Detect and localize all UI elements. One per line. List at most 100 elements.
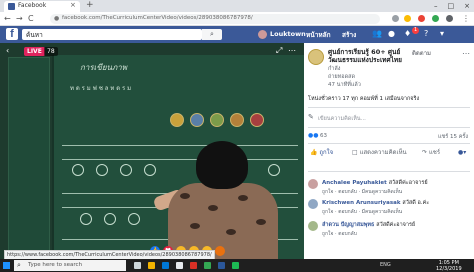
comment-meta[interactable]: ถูกใจ · ตอบกลับ — [322, 230, 357, 238]
taskbar-search-input[interactable]: ⌕ Type here to search — [14, 260, 126, 271]
more-options-icon[interactable]: ⋯ — [462, 49, 470, 58]
live-video[interactable]: การเขียนภาพ ท ด ร ม ฟ ซ ล ท ด ร ม ‹ LIVE… — [0, 43, 304, 259]
chalk-circle — [104, 213, 116, 225]
page-avatar[interactable] — [308, 49, 324, 65]
language-indicator[interactable]: ENG — [380, 262, 391, 268]
comment-text: สวัสดีค่ะอาจารย์ — [388, 180, 428, 186]
more-options-icon[interactable]: ⋯ — [288, 46, 296, 56]
teacher-hair — [196, 141, 248, 189]
messenger-icon[interactable]: ● — [388, 29, 395, 39]
forward-button[interactable]: → — [16, 14, 23, 24]
account-menu-icon[interactable]: ▾ — [440, 29, 444, 39]
search-value: ค้นหา — [26, 31, 43, 39]
facebook-search-input[interactable]: ค้นหา — [22, 29, 202, 40]
browser-tab-strip: Facebook × + – □ × — [0, 0, 474, 12]
post-actions: 👍 ถูกใจ □ แสดงความคิดเห็น ↷ แชร์ ●▾ — [308, 145, 472, 171]
tab-title: Facebook — [18, 2, 47, 9]
comment-author[interactable]: ลำดวน ปัญญาสมพุทธ สวัสดีค่ะอาจารย์ — [322, 221, 415, 229]
address-bar-row: ← → C ● facebook.com/TheCurriculumCenter… — [0, 12, 474, 26]
help-icon[interactable]: ? — [424, 29, 428, 39]
chrome-icon[interactable] — [204, 262, 211, 269]
comment-text: สวัสดี อ.ค่ะ — [402, 200, 430, 206]
profile-icon[interactable] — [446, 15, 453, 22]
notifications-icon[interactable]: ♦ — [404, 29, 411, 39]
extension-icon[interactable] — [432, 15, 439, 22]
angry-reaction-icon[interactable] — [215, 246, 225, 256]
following-button[interactable]: ติดตาม — [412, 48, 431, 58]
chalk-circle — [120, 164, 132, 176]
extension-icon[interactable] — [418, 15, 425, 22]
divider — [308, 127, 470, 128]
avatar[interactable] — [308, 221, 318, 231]
menu-icon[interactable]: ⋮ — [462, 14, 470, 24]
window-controls: – □ × — [434, 0, 470, 12]
emblem-icon — [250, 113, 264, 127]
windows-start-icon[interactable] — [3, 262, 10, 269]
avatar[interactable] — [258, 30, 267, 39]
comment-author-name: Anchalee Payuhakiet — [322, 180, 387, 186]
store-icon[interactable] — [176, 262, 183, 269]
chalk-circle — [268, 164, 280, 176]
following-label: กำลัง — [328, 66, 341, 72]
edge-icon[interactable] — [162, 262, 169, 269]
minimize-button[interactable]: – — [434, 0, 438, 12]
like-button[interactable]: 👍 ถูกใจ — [310, 149, 333, 157]
close-window-button[interactable]: × — [464, 0, 470, 12]
reload-button[interactable]: C — [28, 14, 34, 24]
chalk-circle — [144, 164, 156, 176]
file-explorer-icon[interactable] — [148, 262, 155, 269]
pattern-dot — [208, 205, 218, 211]
page-name-link[interactable]: ศูนย์การเรียนรู้ 60+ ศูนย์วัฒนธรรมแห่งปร… — [328, 48, 408, 64]
comment-author[interactable]: Krischwen Arunsuriyasak สวัสดี อ.ค่ะ — [322, 199, 429, 207]
app-icon[interactable] — [190, 262, 197, 269]
home-link[interactable]: หน้าหลัก — [306, 30, 331, 40]
video-info-panel: ศูนย์การเรียนรู้ 60+ ศูนย์วัฒนธรรมแห่งปร… — [304, 43, 474, 259]
back-button[interactable]: ← — [4, 14, 11, 24]
comment-button[interactable]: □ แสดงความคิดเห็น — [352, 149, 407, 157]
create-link[interactable]: สร้าง — [342, 30, 356, 40]
browser-tab[interactable]: Facebook × — [4, 1, 80, 12]
word-icon[interactable] — [218, 262, 225, 269]
task-view-icon[interactable] — [134, 262, 141, 269]
share-button[interactable]: ↷ แชร์ — [422, 149, 440, 157]
chalk-circle — [128, 213, 140, 225]
search-button[interactable]: ⌕ — [202, 29, 222, 40]
pattern-dot — [180, 193, 190, 199]
expand-icon[interactable]: ⤢ — [276, 46, 282, 56]
new-tab-button[interactable]: + — [86, 0, 94, 11]
profile-name-link[interactable]: Louktown — [270, 30, 306, 38]
divider — [308, 107, 470, 108]
post-time[interactable]: 47 นาทีที่แล้ว — [328, 81, 361, 89]
avatar[interactable] — [308, 179, 318, 189]
url-input[interactable]: ● facebook.com/TheCurriculumCenterVideo/… — [50, 14, 380, 24]
side-chalkboard — [8, 57, 50, 257]
emblem-icon — [230, 113, 244, 127]
friends-icon[interactable]: 👥 — [372, 29, 382, 39]
comment-meta[interactable]: ถูกใจ · ตอบกลับ · มีคนดูความคิดเห็น — [322, 208, 402, 216]
comment-meta[interactable]: ถูกใจ · ตอบกลับ · มีคนดูความคิดเห็น — [322, 188, 402, 196]
tab-close-button[interactable]: × — [70, 1, 76, 9]
app-icon[interactable] — [232, 262, 239, 269]
audience-icon[interactable]: ●▾ — [458, 149, 466, 157]
live-badge: LIVE — [24, 47, 45, 56]
back-arrow-icon[interactable]: ‹ — [6, 46, 9, 56]
comment-label: แสดงความคิดเห็น — [359, 149, 407, 156]
caption-icon: ✎ — [308, 113, 314, 121]
avatar[interactable] — [308, 199, 318, 209]
chalk-line — [62, 145, 298, 146]
windows-taskbar: ⌕ Type here to search ENG 1:05 PM 12/3/2… — [0, 259, 474, 272]
pattern-dot — [238, 195, 248, 201]
comment-list: Anchalee Payuhakiet สวัสดีค่ะอาจารย์ ถูก… — [308, 177, 468, 245]
emblem-icon — [170, 113, 184, 127]
system-clock[interactable]: 1:05 PM 12/3/2019 — [436, 260, 462, 272]
facebook-logo[interactable]: f — [6, 28, 18, 40]
comment-author[interactable]: Anchalee Payuhakiet สวัสดีค่ะอาจารย์ — [322, 179, 428, 187]
write-caption-input[interactable]: เขียนความคิดเห็น... — [318, 115, 366, 123]
reaction-count[interactable]: 63 — [320, 133, 327, 139]
bookmark-star-icon[interactable] — [404, 15, 411, 22]
zoom-icon[interactable] — [392, 15, 399, 22]
emblem-icon — [190, 113, 204, 127]
maximize-button[interactable]: □ — [448, 0, 455, 12]
chalk-circle — [80, 213, 92, 225]
share-count[interactable]: แชร์ 15 ครั้ง — [438, 133, 468, 141]
